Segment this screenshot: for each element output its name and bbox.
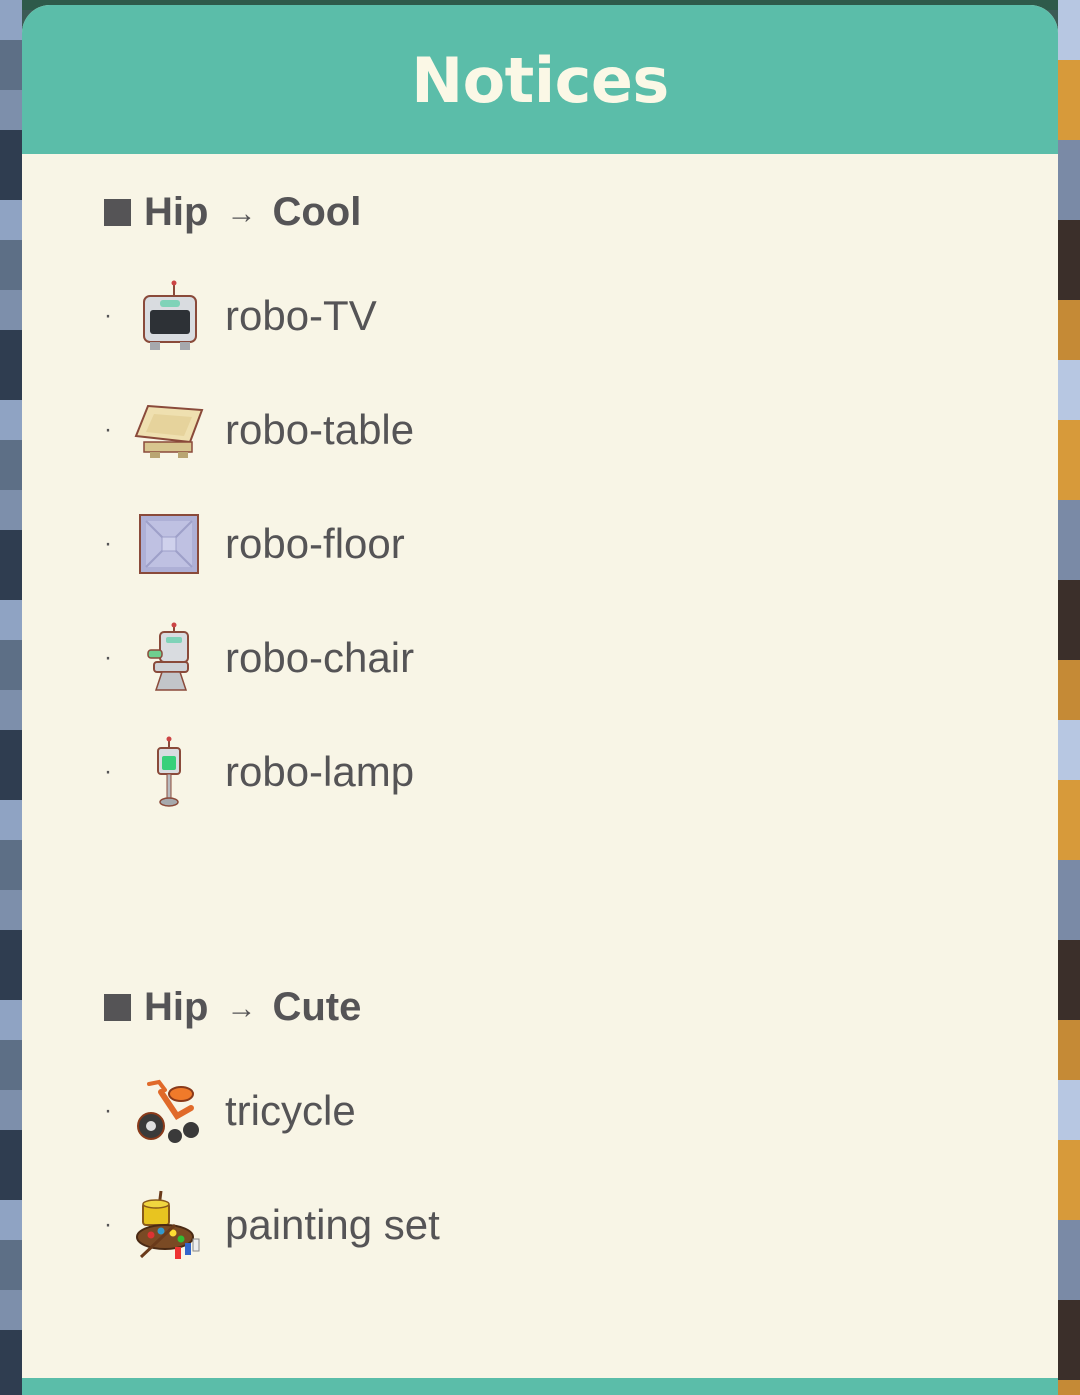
section-arrow: → <box>226 992 257 1025</box>
section-heading: Hip → Cute <box>104 977 440 1037</box>
item-bullet: · <box>104 758 112 785</box>
section-to: Cool <box>272 189 362 234</box>
list-item: · robo-floor <box>104 504 414 584</box>
background-scenery-right <box>1058 0 1080 1395</box>
item-label: robo-chair <box>225 634 415 681</box>
section-to: Cute <box>272 984 362 1029</box>
notices-dialog: Notices Hip → Cool · robo-TV · robo-tabl… <box>22 5 1058 1395</box>
list-item: · robo-table <box>104 390 414 470</box>
item-bullet: · <box>104 530 112 557</box>
section-arrow: → <box>226 197 257 230</box>
item-bullet: · <box>104 1097 112 1124</box>
background-scenery-left <box>0 0 22 1395</box>
robo-lamp-icon <box>134 734 204 810</box>
square-bullet-icon <box>104 198 131 226</box>
robo-tv-icon <box>134 278 204 354</box>
list-item: · robo-TV <box>104 276 414 356</box>
painting-set-icon <box>134 1187 204 1263</box>
section-heading: Hip → Cool <box>104 182 414 242</box>
section-from: Hip <box>144 189 209 234</box>
dialog-header: Notices <box>22 5 1058 154</box>
item-bullet: · <box>104 302 112 329</box>
tricycle-icon <box>134 1073 204 1149</box>
list-item: · robo-chair <box>104 618 414 698</box>
dialog-title: Notices <box>411 44 669 117</box>
item-label: tricycle <box>225 1087 356 1134</box>
robo-chair-icon <box>134 620 204 696</box>
dialog-footer <box>22 1378 1058 1395</box>
item-label: robo-table <box>225 406 415 453</box>
item-label: robo-lamp <box>225 748 415 795</box>
section-hip-to-cute: Hip → Cute · tricycle · painting set <box>104 977 440 1265</box>
item-bullet: · <box>104 416 112 443</box>
section-from: Hip <box>144 984 209 1029</box>
list-item: · robo-lamp <box>104 732 414 812</box>
item-label: robo-floor <box>225 520 405 567</box>
item-bullet: · <box>104 644 112 671</box>
robo-floor-icon <box>134 506 204 582</box>
list-item: · painting set <box>104 1185 440 1265</box>
list-item: · tricycle <box>104 1071 440 1151</box>
item-bullet: · <box>104 1211 112 1238</box>
item-label: painting set <box>225 1201 440 1248</box>
square-bullet-icon <box>104 993 131 1021</box>
section-hip-to-cool: Hip → Cool · robo-TV · robo-table · robo… <box>104 182 414 812</box>
robo-table-icon <box>134 392 204 468</box>
item-label: robo-TV <box>225 292 377 339</box>
